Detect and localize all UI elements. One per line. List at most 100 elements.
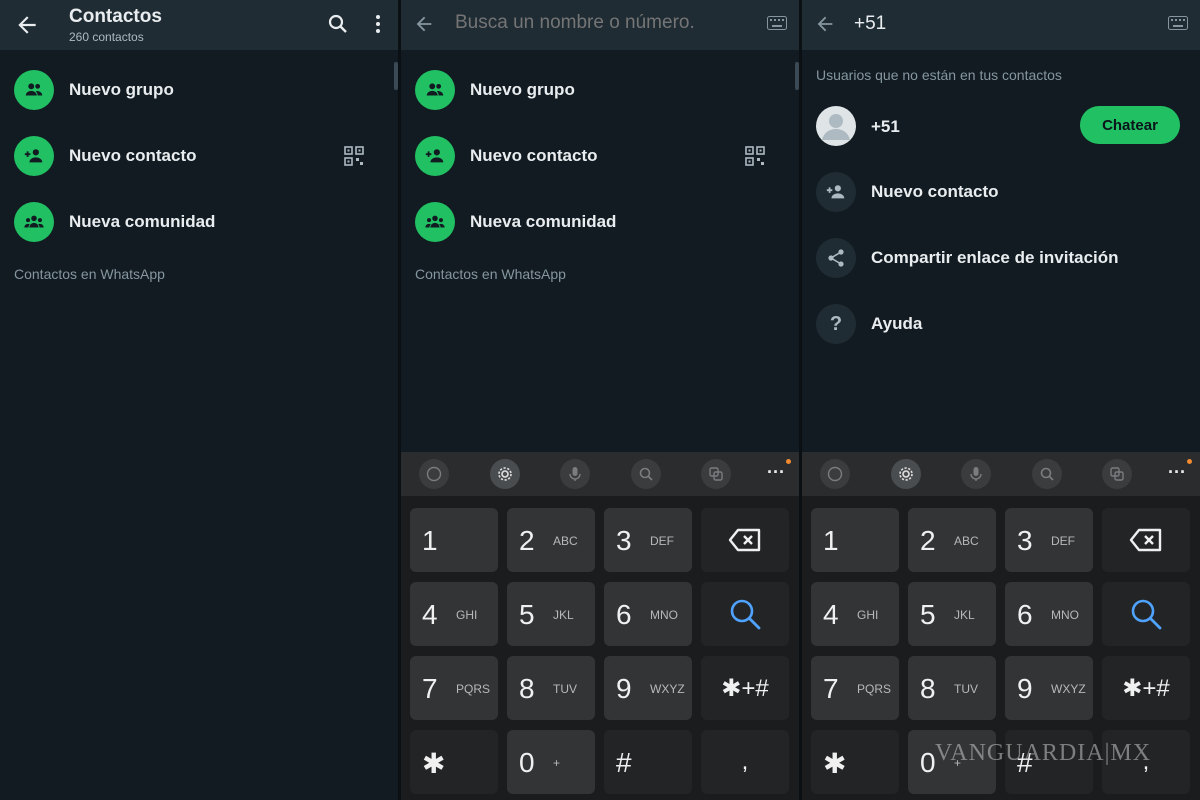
section-header: Usuarios que no están en tus contactos — [816, 67, 1062, 83]
new-contact-row[interactable]: Nuevo contacto — [0, 128, 398, 184]
key-5[interactable]: 5 JKL — [507, 582, 595, 646]
group-icon — [415, 70, 455, 110]
new-group-row[interactable]: Nuevo grupo — [401, 62, 799, 118]
search-key[interactable] — [1102, 582, 1190, 646]
search-icon — [1131, 599, 1162, 630]
new-contact-row[interactable]: Nuevo contacto — [401, 128, 799, 184]
settings-icon[interactable] — [891, 459, 921, 489]
key-4[interactable]: 4 GHI — [410, 582, 498, 646]
key-1[interactable]: 1 — [811, 508, 899, 572]
search-key[interactable] — [701, 582, 789, 646]
search-input[interactable] — [455, 12, 755, 34]
keyboard-toolbar: ··· — [401, 452, 799, 496]
key-8[interactable]: 8 TUV — [908, 656, 996, 720]
back-arrow-icon[interactable] — [413, 13, 435, 35]
search-icon[interactable] — [326, 12, 350, 36]
key-5[interactable]: 5 JKL — [908, 582, 996, 646]
search-icon — [730, 599, 761, 630]
row-label: Nuevo contacto — [69, 146, 197, 165]
qr-code-icon[interactable] — [344, 146, 364, 166]
contact-count: 260 contactos — [69, 30, 144, 44]
more-icon[interactable]: ··· — [767, 462, 785, 483]
symbol-key[interactable]: ✱+# — [1102, 656, 1190, 720]
keyboard-icon[interactable] — [767, 16, 787, 30]
search-icon[interactable] — [631, 459, 661, 489]
backspace-icon — [1129, 528, 1162, 552]
key-6[interactable]: 6 MNO — [604, 582, 692, 646]
share-icon — [816, 238, 856, 278]
symbol-key[interactable]: ✱+# — [701, 656, 789, 720]
translate-icon[interactable] — [701, 459, 731, 489]
community-icon — [415, 202, 455, 242]
key-0[interactable]: 0 + — [507, 730, 595, 794]
back-arrow-icon[interactable] — [814, 13, 836, 35]
key-4[interactable]: 4 GHI — [811, 582, 899, 646]
search-bar: +51 — [802, 0, 1200, 50]
watermark-logo: VANGUARDIA|MX — [935, 740, 1152, 766]
search-icon[interactable] — [1032, 459, 1062, 489]
new-group-row[interactable]: Nuevo grupo — [0, 62, 398, 118]
row-label: Nuevo grupo — [470, 80, 575, 99]
settings-icon[interactable] — [490, 459, 520, 489]
new-contact-row[interactable]: Nuevo contacto — [802, 164, 1200, 220]
backspace-key[interactable] — [701, 508, 789, 572]
avatar — [816, 106, 856, 146]
keyboard-icon[interactable] — [1168, 16, 1188, 30]
page-title: Contactos — [69, 6, 162, 27]
key-3[interactable]: 3 DEF — [604, 508, 692, 572]
more-icon[interactable]: ··· — [1168, 462, 1186, 483]
notification-dot — [1187, 459, 1192, 464]
help-row[interactable]: ? Ayuda — [802, 296, 1200, 352]
add-person-icon — [816, 172, 856, 212]
key-7[interactable]: 7 PQRS — [410, 656, 498, 720]
add-person-icon — [14, 136, 54, 176]
backspace-icon — [728, 528, 761, 552]
chat-button[interactable]: Chatear — [1080, 106, 1180, 144]
key-2[interactable]: 2 ABC — [908, 508, 996, 572]
share-invite-row[interactable]: Compartir enlace de invitación — [802, 230, 1200, 286]
key-3[interactable]: 3 DEF — [1005, 508, 1093, 572]
emoji-icon[interactable] — [820, 459, 850, 489]
key-star[interactable]: ✱ — [410, 730, 498, 794]
community-icon — [14, 202, 54, 242]
key-hash[interactable]: # — [604, 730, 692, 794]
numeric-keypad: 1 2 ABC 3 DEF 4 GHI 5 JKL 6 MNO 7 PQRS 8 TUV 9W… — [401, 496, 799, 800]
microphone-icon[interactable] — [560, 459, 590, 489]
translate-icon[interactable] — [1102, 459, 1132, 489]
back-arrow-icon[interactable] — [14, 12, 40, 38]
key-6[interactable]: 6 MNO — [1005, 582, 1093, 646]
row-label: Ayuda — [871, 314, 923, 333]
row-label: Nuevo contacto — [871, 182, 999, 201]
app-bar: Contactos 260 contactos — [0, 0, 398, 50]
new-community-row[interactable]: Nueva comunidad — [401, 194, 799, 250]
default-avatar-icon — [822, 114, 850, 140]
add-person-icon — [415, 136, 455, 176]
section-header: Contactos en WhatsApp — [415, 266, 566, 282]
row-label: Nuevo grupo — [69, 80, 174, 99]
row-label: Compartir enlace de invitación — [871, 248, 1119, 267]
search-input[interactable]: +51 — [854, 13, 1154, 35]
key-9[interactable]: 9 WXYZ — [604, 656, 692, 720]
key-7[interactable]: 7 PQRS — [811, 656, 899, 720]
microphone-icon[interactable] — [961, 459, 991, 489]
search-panel: Nuevo grupo Nuevo contacto Nueva comunid… — [401, 0, 799, 800]
new-community-row[interactable]: Nueva comunidad — [0, 194, 398, 250]
search-results-panel: +51 Usuarios que no están en tus contact… — [802, 0, 1200, 800]
row-label: Nueva comunidad — [69, 212, 216, 231]
emoji-icon[interactable] — [419, 459, 449, 489]
key-9[interactable]: 9 WXYZ — [1005, 656, 1093, 720]
key-2[interactable]: 2 ABC — [507, 508, 595, 572]
keyboard-toolbar: ··· — [802, 452, 1200, 496]
help-icon: ? — [816, 304, 856, 344]
more-options-icon[interactable] — [366, 12, 390, 36]
contacts-panel: Contactos 260 contactos Nuevo grupo Nuev… — [0, 0, 398, 800]
key-1[interactable]: 1 — [410, 508, 498, 572]
phone-number: +51 — [871, 117, 900, 136]
comma-key[interactable]: , — [701, 730, 789, 794]
qr-code-icon[interactable] — [745, 146, 765, 166]
key-8[interactable]: 8 TUV — [507, 656, 595, 720]
row-label: Nueva comunidad — [470, 212, 617, 231]
backspace-key[interactable] — [1102, 508, 1190, 572]
key-star[interactable]: ✱ — [811, 730, 899, 794]
row-label: Nuevo contacto — [470, 146, 598, 165]
